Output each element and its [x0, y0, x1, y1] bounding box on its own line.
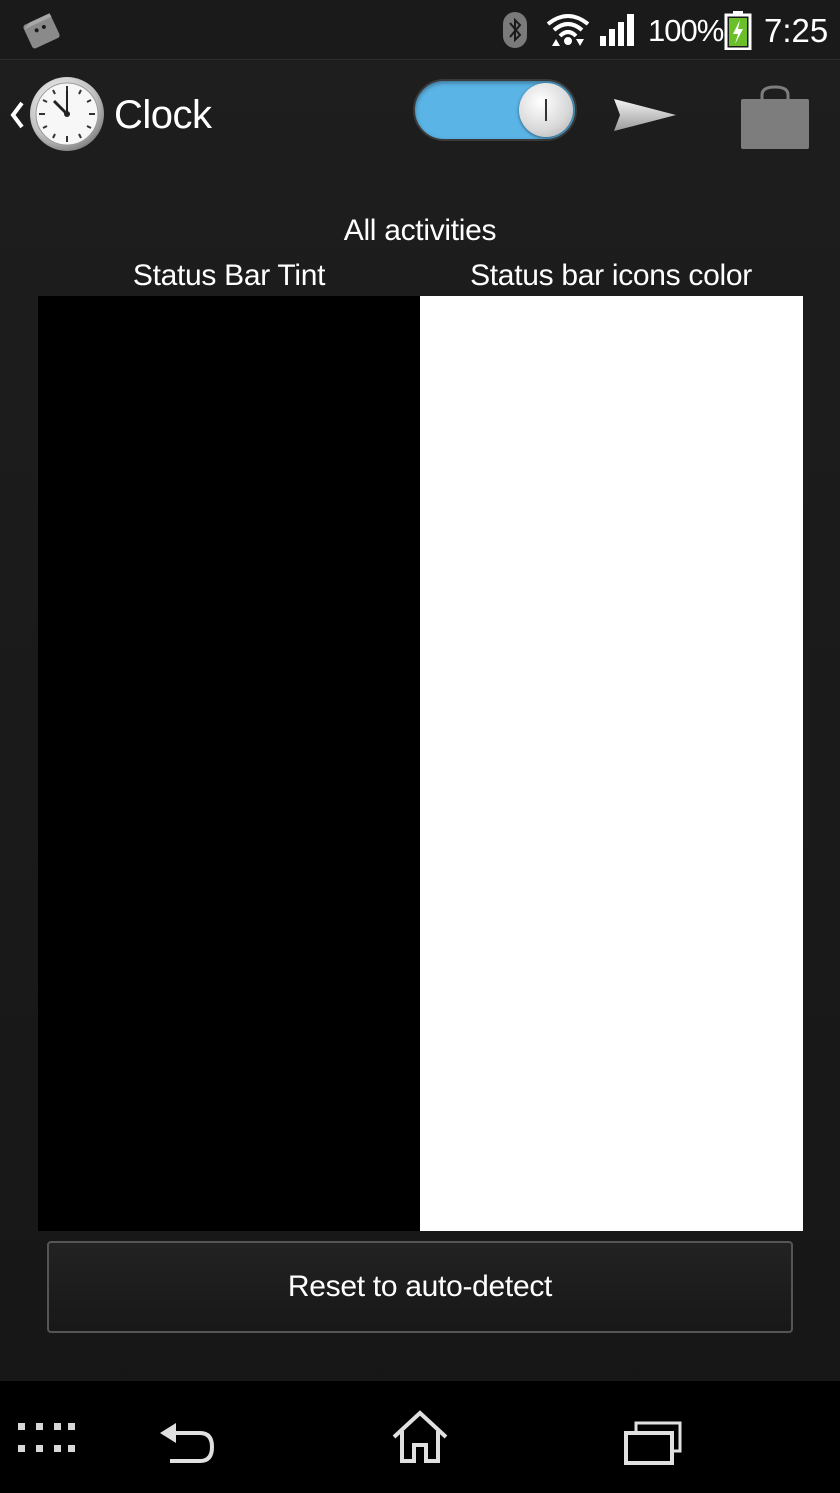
recent-apps-icon[interactable] [622, 1419, 684, 1467]
wifi-icon [546, 14, 590, 46]
reset-auto-detect-button[interactable]: Reset to auto-detect [47, 1241, 793, 1333]
clock-app-icon[interactable] [28, 75, 106, 153]
toggle-knob[interactable] [519, 83, 573, 137]
status-bar-icons-color-swatch[interactable] [420, 296, 803, 1231]
action-bar: Clock [0, 61, 840, 171]
enable-toggle[interactable] [413, 79, 577, 141]
status-time: 7:25 [764, 12, 829, 49]
back-icon[interactable] [156, 1419, 216, 1465]
bluetooth-icon [503, 12, 527, 48]
navigation-bar [0, 1381, 840, 1493]
home-icon[interactable] [390, 1409, 450, 1465]
status-bar-tint-swatch[interactable] [38, 296, 420, 1231]
app-title: Clock [114, 93, 212, 137]
status-bar: 100% 7:25 [0, 0, 840, 60]
up-chevron-icon[interactable] [6, 95, 28, 135]
status-bar-icons-color-label: Status bar icons color [470, 259, 752, 292]
screen: 100% 7:25 Clock All activities Status Ba… [0, 0, 840, 1493]
shopping-bag-icon[interactable] [738, 85, 812, 151]
signal-icon [600, 14, 634, 46]
notification-icon [23, 13, 60, 49]
battery-charging-icon [724, 11, 752, 50]
apps-grid-icon[interactable] [16, 1421, 76, 1457]
battery-percent: 100% [648, 13, 724, 48]
section-title: All activities [343, 214, 497, 247]
status-bar-tint-label: Status Bar Tint [132, 259, 326, 292]
send-icon[interactable] [612, 95, 678, 135]
